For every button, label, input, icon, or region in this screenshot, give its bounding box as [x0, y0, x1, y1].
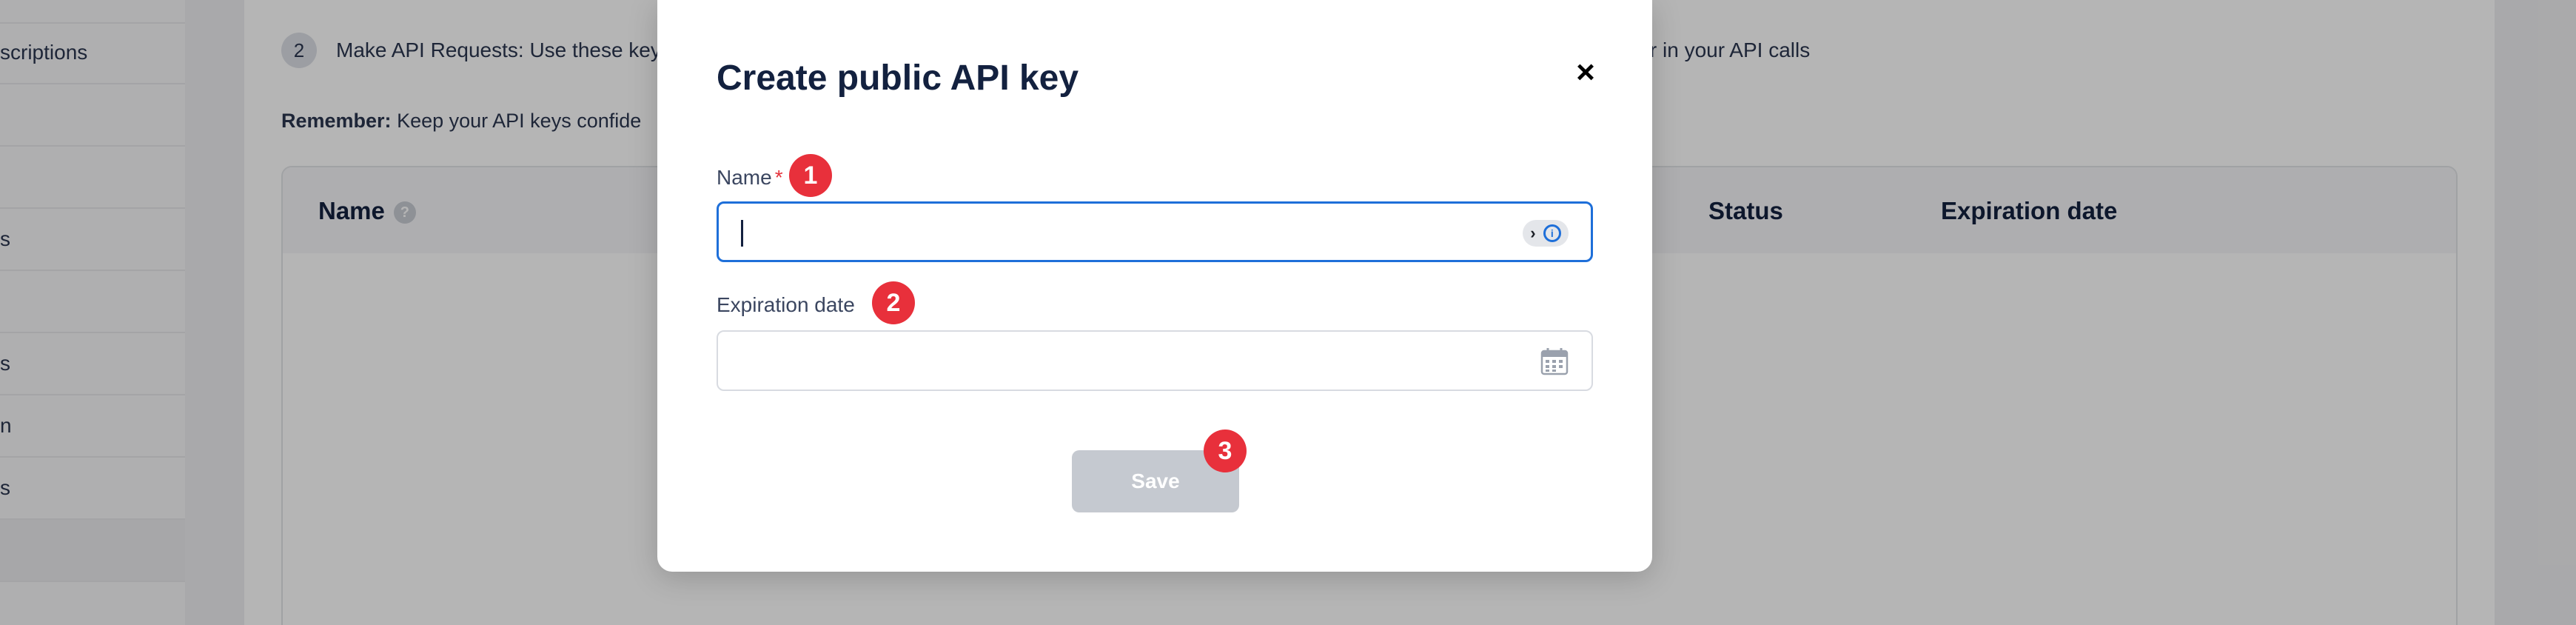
calendar-icon[interactable] [1540, 347, 1569, 376]
expiration-field-label: Expiration date [717, 293, 855, 316]
dialog-title: Create public API key [717, 59, 1079, 98]
step-badge-3: 3 [1204, 430, 1247, 472]
close-icon[interactable]: × [1569, 56, 1602, 89]
text-caret [741, 220, 743, 247]
step-badge-2: 2 [872, 281, 915, 324]
required-marker: * [774, 166, 783, 189]
create-api-key-dialog: Create public API key × Name * 1 › i Expi… [657, 0, 1652, 572]
name-field-label: Name * [717, 166, 783, 190]
password-manager-icon[interactable]: › i [1523, 220, 1569, 247]
chevron-right-icon: › [1530, 224, 1536, 242]
info-circle-icon: i [1543, 224, 1561, 242]
name-label-text: Name [717, 166, 772, 189]
step-badge-1: 1 [789, 154, 832, 197]
expiration-date-input[interactable] [717, 330, 1593, 391]
name-input[interactable]: › i [717, 201, 1593, 262]
